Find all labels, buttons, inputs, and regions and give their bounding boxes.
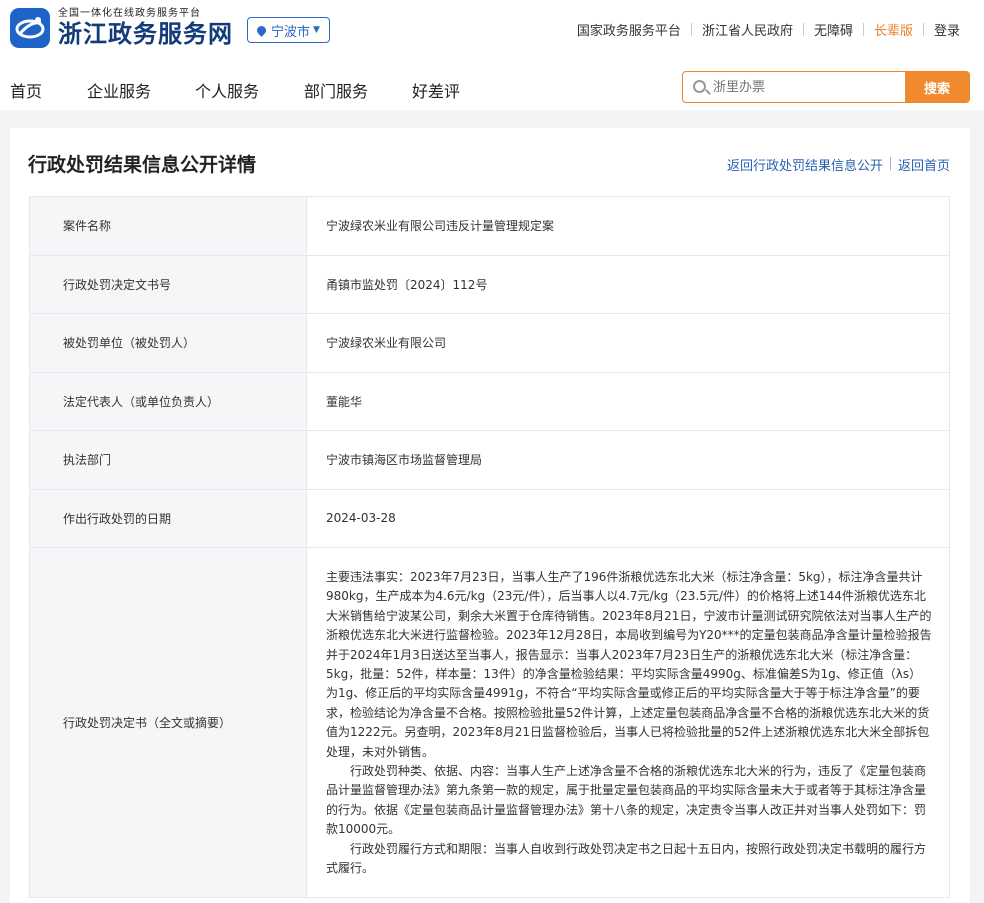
field-value: 2024-03-28: [306, 488, 950, 548]
top-header: 全国一体化在线政务服务平台 浙江政务服务网 宁波市 ▼ 国家政务服务平台 浙江省…: [0, 0, 984, 60]
logo-emblem-icon: [10, 8, 50, 48]
nav-enterprise-services[interactable]: 企业服务: [87, 78, 151, 102]
field-value: 甬镇市监处罚〔2024〕112号: [306, 254, 950, 314]
table-row: 被处罚单位（被处罚人） 宁波绿农米业有限公司: [29, 313, 950, 373]
field-value: 宁波市镇海区市场监督管理局: [306, 430, 950, 490]
page-title: 行政处罚结果信息公开详情: [28, 154, 257, 176]
site-logo[interactable]: 全国一体化在线政务服务平台 浙江政务服务网: [10, 8, 233, 48]
search-box: 搜索: [682, 71, 970, 103]
link-national-platform[interactable]: 国家政务服务平台: [567, 20, 691, 39]
field-label: 法定代表人（或单位负责人）: [29, 371, 307, 431]
field-label: 被处罚单位（被处罚人）: [29, 313, 307, 373]
field-label: 行政处罚决定文书号: [29, 254, 307, 314]
nav-home[interactable]: 首页: [10, 78, 42, 102]
search-icon: [693, 80, 706, 93]
field-value: 宁波绿农米业有限公司: [306, 313, 950, 373]
search-button[interactable]: 搜索: [905, 72, 969, 102]
table-row: 法定代表人（或单位负责人） 董能华: [29, 371, 950, 431]
detail-table: 案件名称 宁波绿农米业有限公司违反计量管理规定案 行政处罚决定文书号 甬镇市监处…: [29, 196, 950, 898]
back-to-list-link[interactable]: 返回行政处罚结果信息公开: [727, 155, 883, 174]
table-row: 执法部门 宁波市镇海区市场监督管理局: [29, 430, 950, 490]
divider: [889, 157, 891, 170]
link-provincial-government[interactable]: 浙江省人民政府: [692, 20, 803, 39]
caret-down-icon: ▼: [313, 25, 320, 35]
field-value: 董能华: [306, 371, 950, 431]
nav-department-services[interactable]: 部门服务: [304, 78, 368, 102]
decision-paragraph: 行政处罚种类、依据、内容：当事人生产上述净含量不合格的浙粮优选东北大米的行为，违…: [326, 764, 927, 837]
city-name: 宁波市: [271, 24, 311, 40]
field-label: 执法部门: [29, 430, 307, 490]
location-pin-icon: [255, 23, 268, 37]
search-input[interactable]: [713, 72, 903, 102]
logo-title: 浙江政务服务网: [58, 19, 233, 48]
table-row: 行政处罚决定书（全文或摘要） 主要违法事实：2023年7月23日，当事人生产了1…: [29, 547, 950, 898]
link-accessibility[interactable]: 无障碍: [804, 20, 863, 39]
top-links: 国家政务服务平台 浙江省人民政府 无障碍 长辈版 登录: [567, 20, 970, 39]
table-row: 作出行政处罚的日期 2024-03-28: [29, 488, 950, 548]
decision-paragraph: 主要违法事实：2023年7月23日，当事人生产了196件浙粮优选东北大米（标注净…: [326, 570, 932, 759]
table-row: 行政处罚决定文书号 甬镇市监处罚〔2024〕112号: [29, 254, 950, 314]
field-label: 案件名称: [29, 196, 307, 256]
link-elder-mode[interactable]: 长辈版: [864, 20, 923, 39]
login-link[interactable]: 登录: [924, 20, 970, 39]
back-home-link[interactable]: 返回首页: [898, 155, 950, 174]
field-label: 作出行政处罚的日期: [29, 488, 307, 548]
city-selector[interactable]: 宁波市 ▼: [247, 17, 330, 43]
nav-personal-services[interactable]: 个人服务: [195, 78, 259, 102]
table-row: 案件名称 宁波绿农米业有限公司违反计量管理规定案: [29, 196, 950, 256]
nav-evaluation[interactable]: 好差评: [412, 78, 460, 102]
field-label: 行政处罚决定书（全文或摘要）: [29, 547, 307, 898]
decision-paragraph: 行政处罚履行方式和期限：当事人自收到行政处罚决定书之日起十五日内，按照行政处罚决…: [326, 841, 927, 876]
field-value: 宁波绿农米业有限公司违反计量管理规定案: [306, 196, 950, 256]
breadcrumb: 返回行政处罚结果信息公开 返回首页: [727, 155, 950, 174]
decision-text: 主要违法事实：2023年7月23日，当事人生产了196件浙粮优选东北大米（标注净…: [306, 547, 950, 898]
